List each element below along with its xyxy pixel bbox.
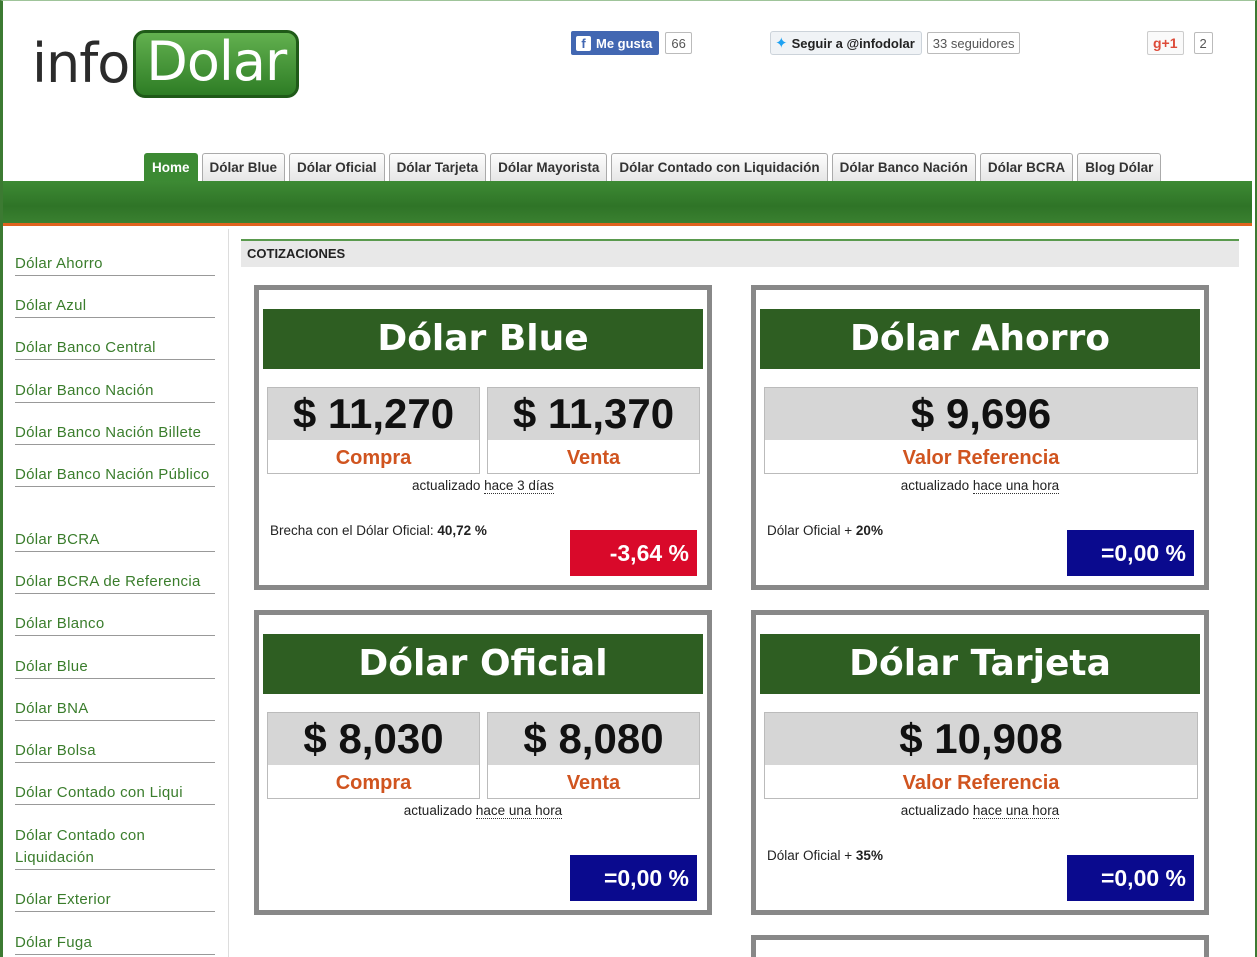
card-title[interactable]: Dólar Ahorro	[760, 309, 1200, 369]
quote-card-dolar-oficial: Dólar Oficial $ 8,030 Compra $ 8,080 Ven…	[254, 610, 712, 915]
sidebar-item-dolar-bolsa[interactable]: Dólar Bolsa	[15, 740, 215, 763]
sidebar: Dólar Ahorro Dólar Azul Dólar Banco Cent…	[3, 229, 229, 957]
tab-dolar-banco-nacion[interactable]: Dólar Banco Nación	[831, 153, 976, 181]
header-band	[3, 181, 1252, 226]
change-badge: =0,00 %	[1067, 530, 1194, 576]
tab-blog-dolar[interactable]: Blog Dólar	[1077, 153, 1162, 181]
main-nav: Home Dólar Blue Dólar Oficial Dólar Tarj…	[144, 153, 1162, 181]
sidebar-item-dolar-bcra[interactable]: Dólar BCRA	[15, 529, 215, 552]
sidebar-item-dolar-bcra-referencia[interactable]: Dólar BCRA de Referencia	[15, 571, 215, 594]
facebook-like-count: 66	[665, 32, 692, 54]
twitter-follow-label: Seguir a @infodolar	[791, 35, 915, 51]
facebook-like-label: Me gusta	[596, 35, 653, 51]
sidebar-item-dolar-contado-con-liqui[interactable]: Dólar Contado con Liqui	[15, 782, 215, 805]
sidebar-item-dolar-fuga[interactable]: Dólar Fuga	[15, 932, 215, 955]
quote-card-dolar-blue: Dólar Blue $ 11,270 Compra $ 11,370 Vent…	[254, 285, 712, 590]
sidebar-item-dolar-banco-central[interactable]: Dólar Banco Central	[15, 337, 215, 360]
section-title-cotizaciones: COTIZACIONES	[241, 239, 1239, 267]
updated-ago: hace una hora	[972, 478, 1060, 494]
updated-info: actualizado hace una hora	[259, 803, 707, 819]
price-value: $ 9,696	[765, 388, 1197, 440]
change-badge: =0,00 %	[1067, 855, 1194, 901]
tab-home[interactable]: Home	[144, 153, 198, 181]
updated-prefix: actualizado	[900, 803, 970, 818]
note-value: 40,72 %	[437, 523, 487, 538]
tab-dolar-blue[interactable]: Dólar Blue	[201, 153, 286, 181]
card-title[interactable]: Dólar Oficial	[263, 634, 703, 694]
price-value: $ 8,080	[488, 713, 699, 765]
card-note: Dólar Oficial + 20%	[767, 523, 883, 538]
tab-dolar-oficial[interactable]: Dólar Oficial	[289, 153, 385, 181]
quote-card-partial	[751, 935, 1209, 957]
price-box-compra: $ 11,270 Compra	[267, 387, 480, 474]
price-box-compra: $ 8,030 Compra	[267, 712, 480, 799]
updated-prefix: actualizado	[412, 478, 481, 493]
sidebar-item-dolar-blue[interactable]: Dólar Blue	[15, 656, 215, 679]
sidebar-item-dolar-ahorro[interactable]: Dólar Ahorro	[15, 253, 215, 276]
gplus-widget: g+1 2	[1147, 31, 1213, 55]
card-title[interactable]: Dólar Tarjeta	[760, 634, 1200, 694]
price-value: $ 11,370	[488, 388, 699, 440]
twitter-follower-count: 33 seguidores	[926, 32, 1021, 54]
price-box-venta: $ 11,370 Venta	[487, 387, 700, 474]
note-value: 20%	[855, 523, 883, 538]
note-value: 35%	[855, 848, 883, 863]
note-text: Dólar Oficial +	[767, 848, 853, 863]
price-label: Valor Referencia	[902, 772, 1060, 794]
price-box-venta: $ 8,080 Venta	[487, 712, 700, 799]
price-label: Venta	[566, 447, 621, 469]
twitter-follow-widget: ✦ Seguir a @infodolar 33 seguidores	[770, 31, 1021, 55]
change-badge: =0,00 %	[570, 855, 697, 901]
price-box-valor-referencia: $ 9,696 Valor Referencia	[764, 387, 1198, 474]
tab-dolar-mayorista[interactable]: Dólar Mayorista	[490, 153, 608, 181]
sidebar-item-dolar-azul[interactable]: Dólar Azul	[15, 295, 215, 318]
card-note: Brecha con el Dólar Oficial: 40,72 %	[270, 523, 487, 538]
card-note: Dólar Oficial + 35%	[767, 848, 883, 863]
updated-info: actualizado hace 3 días	[259, 478, 707, 494]
logo-text-info: info	[32, 32, 130, 95]
price-label: Compra	[335, 447, 412, 469]
tab-dolar-contado-con-liquidacion[interactable]: Dólar Contado con Liquidación	[611, 153, 828, 181]
change-badge: -3,64 %	[570, 530, 697, 576]
note-text: Dólar Oficial +	[767, 523, 853, 538]
sidebar-item-dolar-blanco[interactable]: Dólar Blanco	[15, 613, 215, 636]
quote-card-dolar-ahorro: Dólar Ahorro $ 9,696 Valor Referencia ac…	[751, 285, 1209, 590]
updated-ago: hace una hora	[972, 803, 1060, 819]
card-title[interactable]: Dólar Blue	[263, 309, 703, 369]
price-value: $ 11,270	[268, 388, 479, 440]
logo-text-dolar: Dolar	[133, 30, 300, 98]
sidebar-item-dolar-banco-nacion-publico[interactable]: Dólar Banco Nación Público	[15, 464, 215, 487]
sidebar-item-dolar-contado-con-liquidacion[interactable]: Dólar Contado con Liquidación	[15, 825, 215, 870]
updated-ago: hace una hora	[475, 803, 563, 819]
quote-card-dolar-tarjeta: Dólar Tarjeta $ 10,908 Valor Referencia …	[751, 610, 1209, 915]
price-value: $ 10,908	[765, 713, 1197, 765]
tab-dolar-bcra[interactable]: Dólar BCRA	[979, 153, 1074, 181]
price-label: Venta	[566, 772, 621, 794]
updated-info: actualizado hace una hora	[756, 803, 1204, 819]
facebook-like-button[interactable]: f Me gusta	[571, 31, 660, 55]
note-text: Brecha con el Dólar Oficial:	[270, 523, 434, 538]
sidebar-item-dolar-bna[interactable]: Dólar BNA	[15, 698, 215, 721]
gplus-button[interactable]: g+1	[1147, 31, 1184, 55]
tab-dolar-tarjeta[interactable]: Dólar Tarjeta	[388, 153, 487, 181]
updated-prefix: actualizado	[900, 478, 970, 493]
price-value: $ 8,030	[268, 713, 479, 765]
sidebar-item-dolar-banco-nacion[interactable]: Dólar Banco Nación	[15, 380, 215, 403]
price-label: Valor Referencia	[902, 447, 1060, 469]
facebook-like-widget: f Me gusta 66	[571, 31, 692, 55]
sidebar-item-dolar-banco-nacion-billete[interactable]: Dólar Banco Nación Billete	[15, 422, 215, 445]
updated-ago: hace 3 días	[484, 478, 554, 494]
price-box-valor-referencia: $ 10,908 Valor Referencia	[764, 712, 1198, 799]
updated-info: actualizado hace una hora	[756, 478, 1204, 494]
twitter-follow-button[interactable]: ✦ Seguir a @infodolar	[770, 31, 922, 55]
site-logo[interactable]: info Dolar	[32, 30, 300, 98]
facebook-icon: f	[576, 35, 591, 51]
sidebar-item-dolar-exterior[interactable]: Dólar Exterior	[15, 889, 215, 912]
gplus-count: 2	[1193, 32, 1213, 54]
price-label: Compra	[335, 772, 412, 794]
twitter-bird-icon: ✦	[775, 35, 788, 52]
updated-prefix: actualizado	[403, 803, 473, 818]
